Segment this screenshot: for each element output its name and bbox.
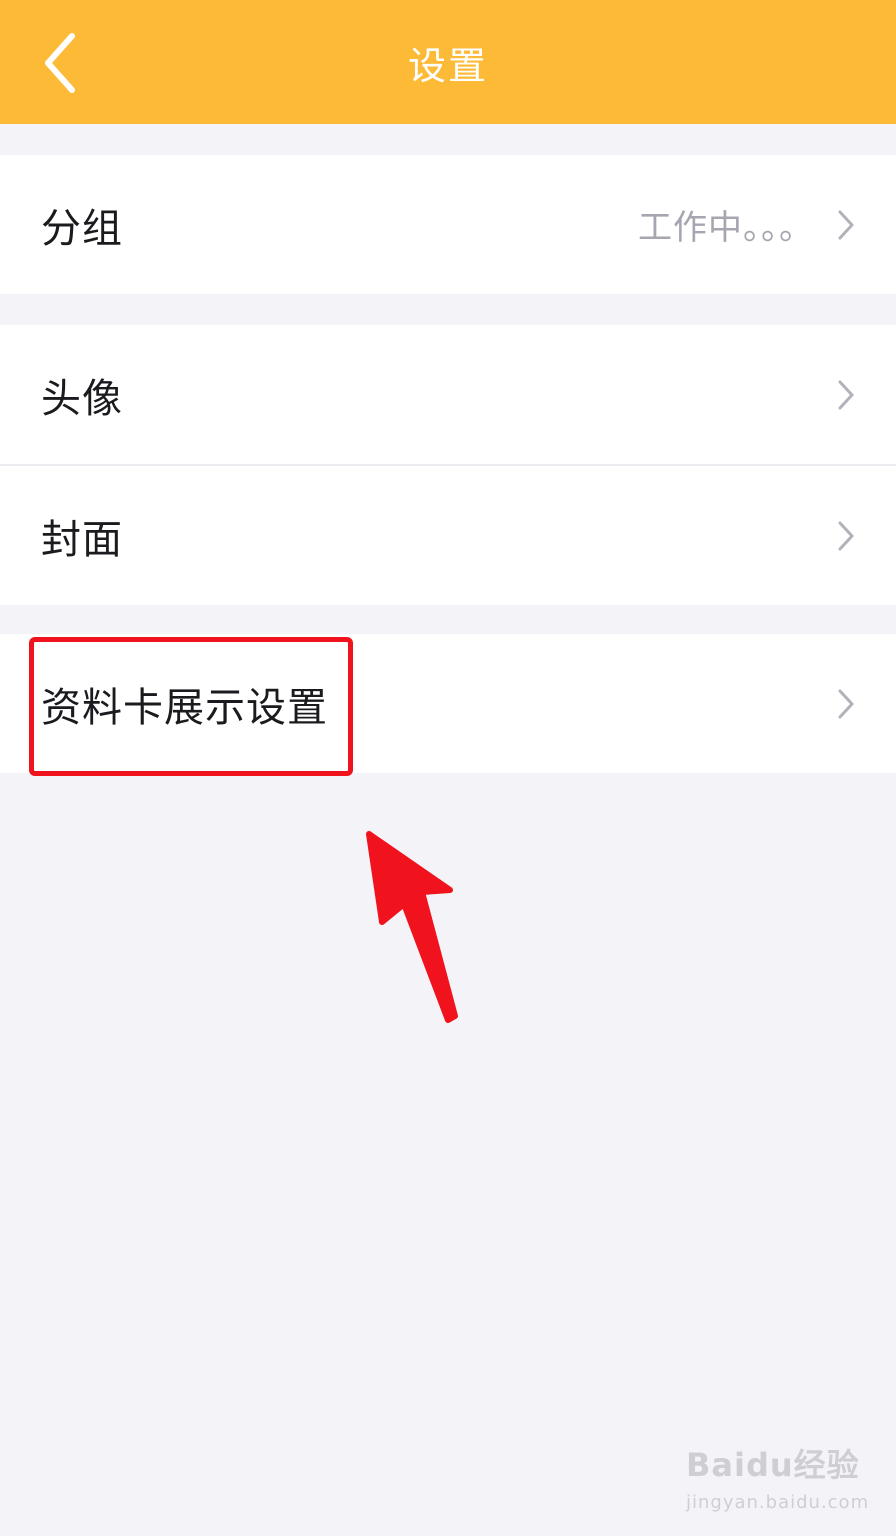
red-arrow-annotation bbox=[366, 831, 458, 1023]
settings-row-avatar[interactable]: 头像 bbox=[0, 325, 896, 464]
settings-row-cover[interactable]: 封面 bbox=[0, 464, 896, 605]
nav-bar: 设置 bbox=[0, 0, 896, 124]
watermark-url: jingyan.baidu.com bbox=[686, 1492, 870, 1513]
settings-group-profile: 头像 封面 bbox=[0, 325, 896, 605]
watermark-logo: Baidu经验 bbox=[686, 1446, 860, 1484]
chevron-right-icon bbox=[834, 155, 858, 294]
chevron-right-icon bbox=[834, 466, 858, 605]
row-label: 资料卡展示设置 bbox=[41, 684, 328, 731]
settings-group-card: 资料卡展示设置 bbox=[0, 634, 896, 773]
settings-row-grouping[interactable]: 分组 工作中。。。 bbox=[0, 155, 896, 294]
row-label: 头像 bbox=[41, 375, 123, 422]
row-label: 分组 bbox=[41, 205, 123, 252]
settings-group-grouping: 分组 工作中。。。 bbox=[0, 155, 896, 294]
row-label: 封面 bbox=[41, 516, 123, 563]
chevron-right-icon bbox=[834, 634, 858, 773]
row-value: 工作中。。。 bbox=[638, 208, 814, 248]
chevron-right-icon bbox=[834, 325, 858, 464]
settings-row-profile-card-display[interactable]: 资料卡展示设置 bbox=[0, 634, 896, 773]
watermark: Baidu经验 jingyan.baidu.com bbox=[686, 1440, 870, 1520]
page-title: 设置 bbox=[407, 43, 488, 88]
